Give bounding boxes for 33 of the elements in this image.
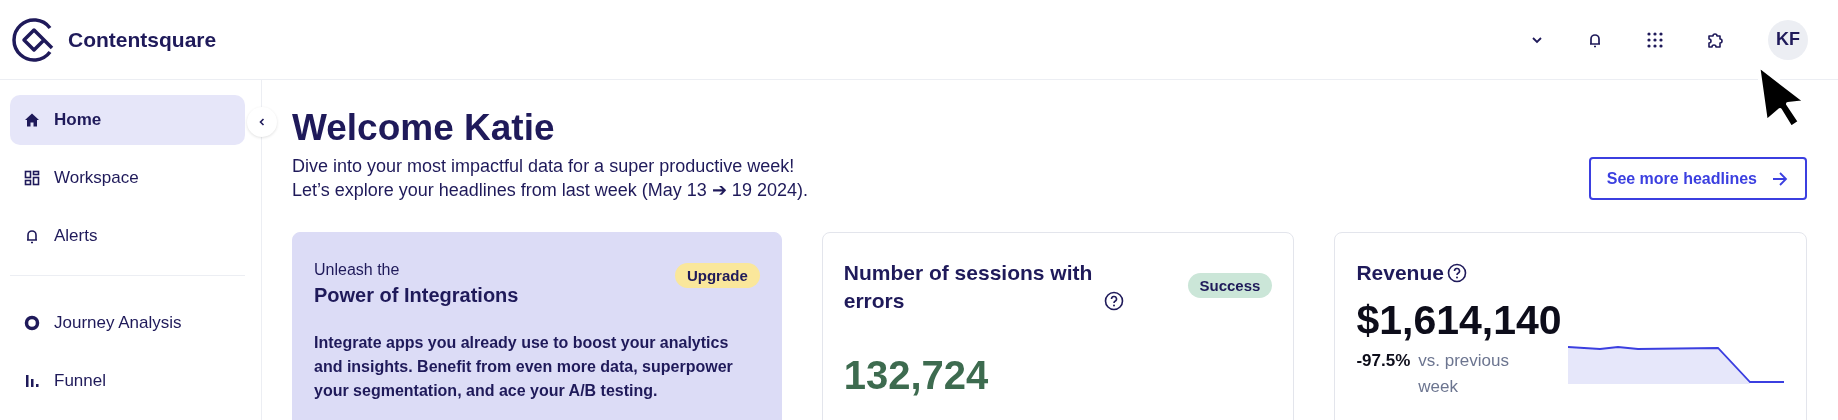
- metric-value: 132,724: [843, 353, 990, 398]
- card-title: Power of Integrations: [314, 284, 519, 307]
- comparison-text: vs. previous week: [1418, 350, 1510, 398]
- logo-text: Contentsquare: [68, 27, 217, 52]
- card-description: Integrate apps you already use to boost your analytics and insights. Benefit from even more data, superpower your segmentation, and ace your A/B testing.: [314, 333, 734, 401]
- card-eyebrow: Unleash the: [314, 261, 401, 279]
- help-icon[interactable]: [1446, 263, 1467, 283]
- subtitle-text: Dive into your most impactful data for a super productive week!: [292, 155, 796, 178]
- apps-grid-icon[interactable]: [1646, 30, 1664, 49]
- revenue-value: $1,614,140: [1356, 297, 1563, 344]
- subtitle-text: Let’s explore your headlines from last week (May 13 ➔ 19 2024).: [292, 179, 808, 202]
- sidebar-item[interactable]: Home: [10, 95, 245, 145]
- card-title: Number of sessions with errors: [843, 260, 1094, 314]
- arrow-right-icon: [1771, 170, 1789, 187]
- home-icon: [24, 112, 40, 128]
- bar-chart-icon: [24, 373, 40, 389]
- chevron-down-icon[interactable]: [1530, 34, 1544, 45]
- sidebar-item[interactable]: Journey Analysis: [10, 298, 245, 348]
- sidebar-item[interactable]: Alerts: [10, 211, 245, 261]
- card-title: Revenue: [1356, 261, 1444, 284]
- bell-icon: [24, 228, 40, 244]
- sidebar-item[interactable]: Funnel: [10, 356, 245, 406]
- ring-icon: [24, 315, 40, 331]
- dashboard-icon: [24, 170, 40, 186]
- status-badge: Success: [1187, 273, 1273, 298]
- page-title: Welcome Katie: [292, 108, 556, 148]
- see-more-button[interactable]: See more headlines: [1588, 157, 1807, 200]
- change-percent: -97.5%: [1356, 350, 1411, 372]
- upgrade-badge[interactable]: Upgrade: [674, 263, 760, 288]
- user-avatar[interactable]: KF: [1768, 19, 1808, 60]
- chevron-left-icon: [257, 117, 267, 127]
- help-icon[interactable]: [1103, 291, 1124, 311]
- sidebar-item[interactable]: Workspace: [10, 153, 245, 203]
